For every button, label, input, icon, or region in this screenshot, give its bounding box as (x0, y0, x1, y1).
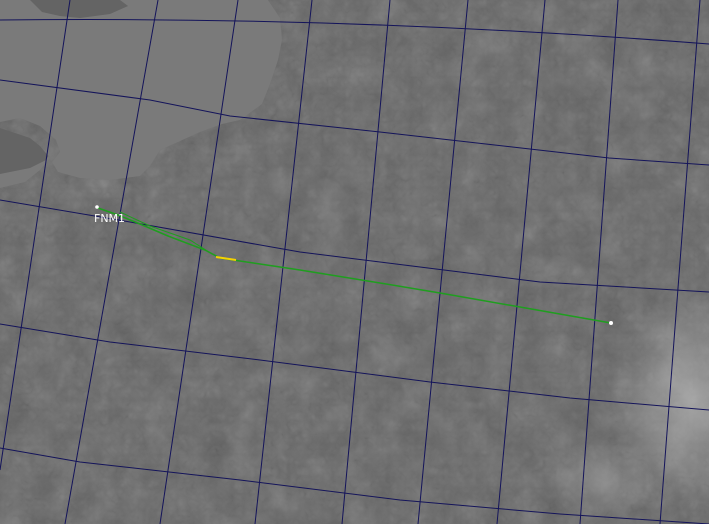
end-marker[interactable] (609, 321, 613, 325)
map-view[interactable]: FNM1 (0, 0, 709, 524)
track-label: FNM1 (94, 212, 125, 225)
terrain-map: FNM1 (0, 0, 709, 524)
start-marker[interactable] (95, 205, 99, 209)
highland-area-south (540, 440, 660, 520)
